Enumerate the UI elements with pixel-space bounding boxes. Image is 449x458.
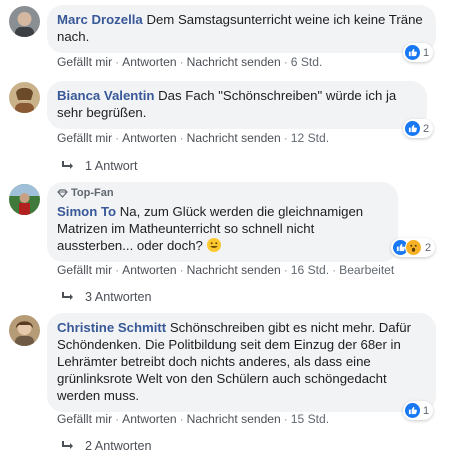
- reaction-summary[interactable]: 1: [403, 401, 434, 420]
- message-link[interactable]: Nachricht senden: [187, 263, 281, 277]
- comment-actions: Gefällt mir · Antworten · Nachricht senden · 6…: [57, 55, 323, 69]
- message-link[interactable]: Nachricht senden: [187, 55, 281, 69]
- reply-link[interactable]: Antworten: [122, 263, 176, 277]
- grinning-emoji-icon: [206, 238, 221, 252]
- edited-label[interactable]: Bearbeitet: [339, 263, 394, 277]
- like-icon: [405, 45, 420, 60]
- like-link[interactable]: Gefällt mir: [57, 412, 112, 426]
- comment-actions: Gefällt mir · Antworten · Nachricht senden · 1…: [57, 263, 395, 277]
- comment-author[interactable]: Bianca Valentin: [57, 88, 154, 103]
- avatar[interactable]: [9, 6, 40, 37]
- avatar[interactable]: [9, 82, 40, 113]
- like-icon: [405, 121, 420, 136]
- like-icon: [405, 403, 420, 418]
- timestamp[interactable]: 15 Std.: [291, 412, 329, 426]
- avatar[interactable]: [9, 315, 40, 346]
- comment-author[interactable]: Marc Drozella: [57, 12, 143, 27]
- comment-actions: Gefällt mir · Antworten · Nachricht senden · 1…: [57, 412, 330, 426]
- comment-bubble: Bianca Valentin Das Fach "Schönschreiben…: [47, 81, 427, 129]
- reply-arrow-icon: [62, 161, 73, 169]
- reaction-summary[interactable]: 2: [403, 119, 434, 138]
- view-replies-link[interactable]: 2 Antworten: [62, 439, 152, 453]
- wow-icon: [405, 239, 422, 256]
- reaction-count: 1: [423, 46, 430, 59]
- badge-label: Top-Fan: [71, 187, 114, 199]
- timestamp[interactable]: 6 Std.: [291, 55, 323, 69]
- reaction-count: 1: [423, 404, 430, 417]
- timestamp[interactable]: 12 Std.: [291, 131, 329, 145]
- replies-label[interactable]: 1 Antwort: [85, 159, 138, 173]
- reply-arrow-icon: [62, 292, 73, 300]
- reaction-count: 2: [423, 122, 430, 135]
- comment-bubble: Top-Fan Simon To Na, zum Glück werden di…: [47, 182, 398, 262]
- timestamp[interactable]: 16 Std.: [291, 263, 329, 277]
- comment-bubble: Christine Schmitt Schönschreiben gibt es…: [47, 313, 436, 412]
- message-link[interactable]: Nachricht senden: [187, 412, 281, 426]
- replies-label[interactable]: 2 Antworten: [85, 439, 152, 453]
- reaction-summary[interactable]: 1: [403, 43, 434, 62]
- view-replies-link[interactable]: 1 Antwort: [62, 159, 138, 173]
- top-fan-badge[interactable]: Top-Fan: [57, 187, 387, 200]
- reply-link[interactable]: Antworten: [122, 55, 176, 69]
- avatar[interactable]: [9, 184, 40, 215]
- reply-link[interactable]: Antworten: [122, 131, 176, 145]
- diamond-icon: [57, 189, 68, 198]
- reply-arrow-icon: [62, 441, 73, 449]
- like-link[interactable]: Gefällt mir: [57, 263, 112, 277]
- like-link[interactable]: Gefällt mir: [57, 131, 112, 145]
- replies-label[interactable]: 3 Antworten: [85, 290, 152, 304]
- view-replies-link[interactable]: 3 Antworten: [62, 290, 152, 304]
- reaction-count: 2: [425, 241, 432, 254]
- like-link[interactable]: Gefällt mir: [57, 55, 112, 69]
- message-link[interactable]: Nachricht senden: [187, 131, 281, 145]
- comment-author[interactable]: Simon To: [57, 204, 116, 219]
- comment-author[interactable]: Christine Schmitt: [57, 320, 166, 335]
- comment-bubble: Marc Drozella Dem Samstagsunterricht wei…: [47, 5, 436, 53]
- reaction-summary[interactable]: 2: [391, 238, 436, 257]
- comment-actions: Gefällt mir · Antworten · Nachricht senden · 1…: [57, 131, 330, 145]
- reply-link[interactable]: Antworten: [122, 412, 176, 426]
